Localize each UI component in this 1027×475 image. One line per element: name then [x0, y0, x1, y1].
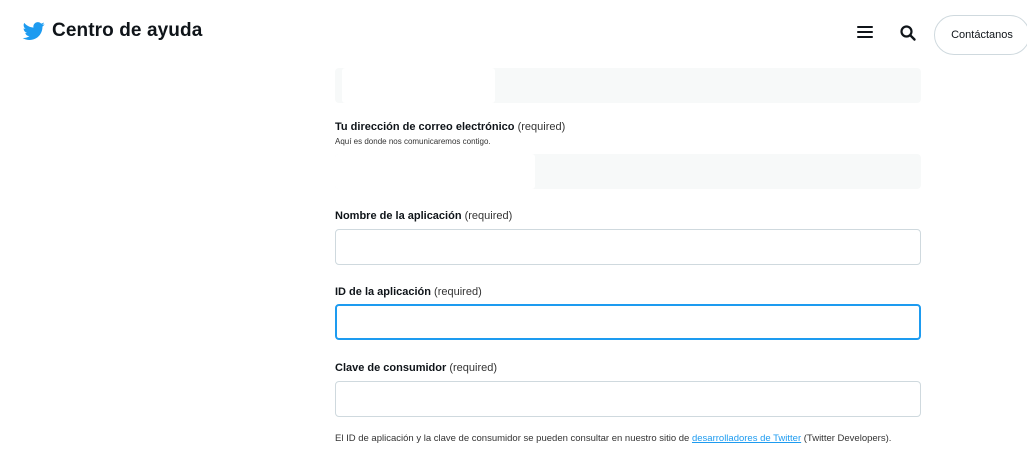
app-name-input[interactable] [335, 229, 921, 265]
hamburger-menu-icon[interactable] [857, 24, 875, 40]
app-id-label: ID de la aplicación (required) [335, 286, 482, 298]
redacted-value [342, 68, 495, 103]
search-icon[interactable] [899, 24, 917, 42]
footnote: El ID de aplicación y la clave de consum… [335, 431, 925, 446]
consumer-key-label: Clave de consumidor (required) [335, 362, 498, 374]
contact-button[interactable]: Contáctanos [934, 15, 1027, 55]
email-field[interactable] [335, 154, 921, 189]
app-name-label: Nombre de la aplicación (required) [335, 210, 513, 222]
footnote-text-end: (Twitter Developers). [801, 433, 892, 444]
brand[interactable]: Centro de ayuda [22, 20, 202, 42]
footnote-text: El ID de aplicación y la clave de consum… [335, 433, 692, 444]
email-help-text: Aquí es donde nos comunicaremos contigo. [335, 137, 491, 146]
email-label: Tu dirección de correo electrónico (requ… [335, 121, 566, 133]
developers-link[interactable]: desarrolladores de Twitter [692, 433, 801, 444]
page-title: Centro de ayuda [52, 20, 203, 41]
redacted-value [335, 154, 535, 189]
consumer-key-input[interactable] [335, 381, 921, 417]
prefilled-name-field[interactable] [335, 68, 921, 103]
app-id-input[interactable] [335, 304, 921, 340]
header: Centro de ayuda Contáctanos [0, 0, 1027, 68]
twitter-bird-icon [22, 22, 45, 40]
